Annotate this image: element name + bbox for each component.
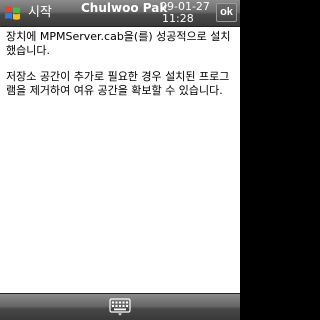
screen: 시작 Chulwoo Pak 09-01-27 11:28 ok 장치에 MPM… — [0, 0, 240, 320]
keyboard-icon — [108, 297, 132, 317]
owner-name: Chulwoo Pak — [81, 1, 168, 15]
start-label: 시작 — [28, 5, 52, 20]
install-success-message: 장치에 MPMServer.cab을(를) 성공적으로 설치했습니다. — [6, 30, 231, 57]
ok-button[interactable]: ok — [216, 3, 237, 22]
message-content: 장치에 MPMServer.cab을(를) 성공적으로 설치했습니다. 저장소 … — [6, 30, 234, 110]
start-button[interactable]: 시작 — [0, 0, 62, 26]
title-bar: 시작 Chulwoo Pak 09-01-27 11:28 ok — [0, 0, 240, 27]
input-panel-button[interactable] — [108, 297, 132, 317]
menu-bar — [0, 293, 240, 320]
clock-time[interactable]: 11:28 — [162, 13, 194, 25]
windows-flag-icon — [4, 5, 21, 21]
storage-hint-message: 저장소 공간이 추가로 필요한 경우 설치된 프로그램을 제거하여 여유 공간을… — [6, 70, 230, 97]
